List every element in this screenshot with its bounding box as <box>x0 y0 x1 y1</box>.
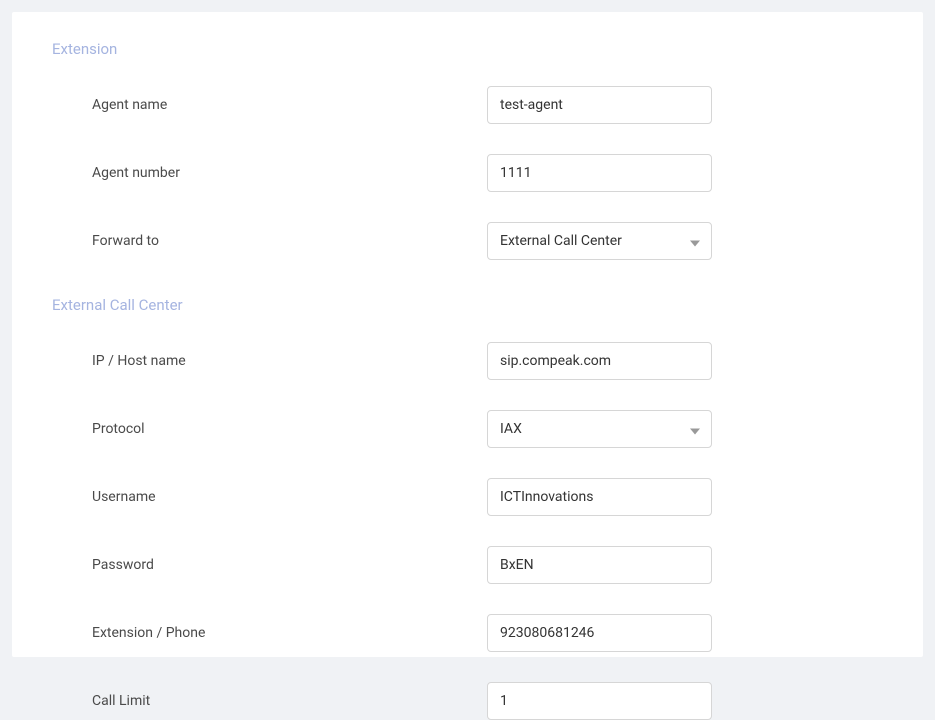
input-password[interactable] <box>487 546 712 584</box>
select-wrapper-forward-to: External Call Center <box>487 222 712 260</box>
input-agent-number[interactable] <box>487 154 712 192</box>
row-ip-host: IP / Host name <box>52 342 883 380</box>
form-card: Extension Agent name Agent number Forwar… <box>12 12 923 657</box>
label-protocol: Protocol <box>92 421 487 437</box>
row-protocol: Protocol IAX <box>52 410 883 448</box>
label-agent-name: Agent name <box>92 97 487 113</box>
row-agent-number: Agent number <box>52 154 883 192</box>
section-header-extension: Extension <box>52 40 883 58</box>
section-header-external-call-center: External Call Center <box>52 296 883 314</box>
label-forward-to: Forward to <box>92 233 487 249</box>
row-username: Username <box>52 478 883 516</box>
input-agent-name[interactable] <box>487 86 712 124</box>
input-ip-host[interactable] <box>487 342 712 380</box>
row-agent-name: Agent name <box>52 86 883 124</box>
label-username: Username <box>92 489 487 505</box>
input-username[interactable] <box>487 478 712 516</box>
label-call-limit: Call Limit <box>92 693 487 709</box>
label-extension-phone: Extension / Phone <box>92 625 487 641</box>
row-extension-phone: Extension / Phone <box>52 614 883 652</box>
label-agent-number: Agent number <box>92 165 487 181</box>
select-protocol[interactable]: IAX <box>487 410 712 448</box>
label-password: Password <box>92 557 487 573</box>
row-forward-to: Forward to External Call Center <box>52 222 883 260</box>
input-extension-phone[interactable] <box>487 614 712 652</box>
select-wrapper-protocol: IAX <box>487 410 712 448</box>
input-call-limit[interactable] <box>487 682 712 720</box>
row-call-limit: Call Limit <box>52 682 883 720</box>
label-ip-host: IP / Host name <box>92 353 487 369</box>
select-forward-to[interactable]: External Call Center <box>487 222 712 260</box>
row-password: Password <box>52 546 883 584</box>
